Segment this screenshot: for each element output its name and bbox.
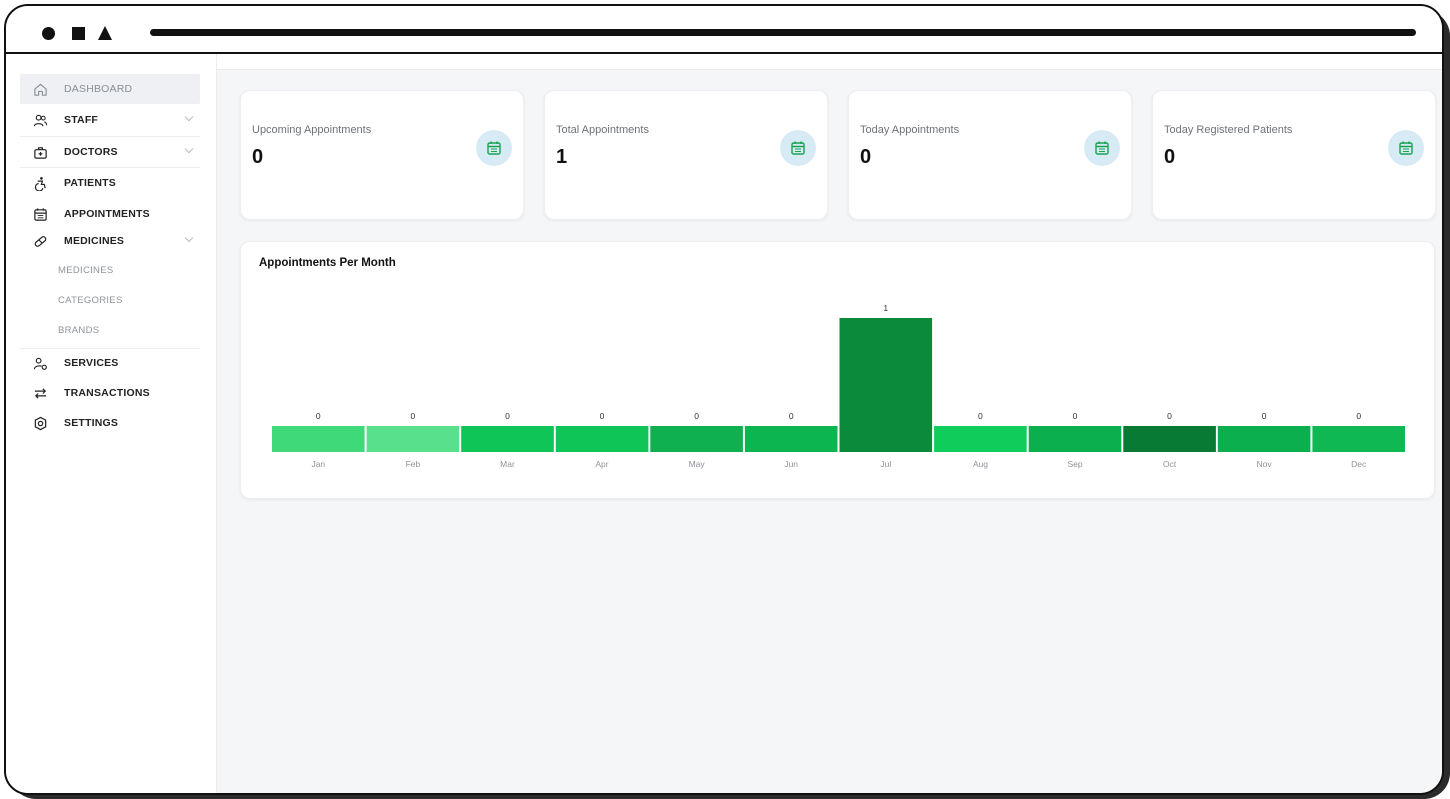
stat-card-today-registered-patients: Today Registered Patients 0 — [1152, 90, 1436, 220]
chevron-down-icon — [184, 112, 194, 122]
bar-value-label: 0 — [1356, 411, 1361, 421]
bar-value-label: 0 — [600, 411, 605, 421]
x-tick-label: Nov — [1257, 459, 1273, 469]
x-tick-label: Jul — [880, 459, 891, 469]
sidebar-subitem-brands[interactable]: BRANDS — [58, 325, 99, 336]
bar-may[interactable] — [650, 426, 743, 452]
bar-oct[interactable] — [1123, 426, 1216, 452]
sidebar: DASHBOARD STAFF DOCTORS PATIENTS APPOINT… — [6, 54, 217, 793]
circle-icon — [42, 27, 55, 40]
sidebar-item-label: DASHBOARD — [64, 83, 133, 95]
appointments-bar-chart: 0 Jan 0 Feb 0 Mar 0 Apr 0 May 0 Jun 1 Jul 0 Aug 0 Sep 0 Oct… — [272, 303, 1405, 469]
bar-value-label: 0 — [694, 411, 699, 421]
x-tick-label: Feb — [406, 459, 421, 469]
sidebar-item-services[interactable]: SERVICES — [20, 348, 200, 378]
sidebar-item-dashboard[interactable]: DASHBOARD — [20, 74, 200, 104]
window-titlebar — [6, 6, 1442, 54]
bar-apr[interactable] — [555, 426, 649, 452]
chevron-down-icon — [184, 233, 194, 243]
bar-value-label: 0 — [1073, 411, 1078, 421]
bar-aug[interactable] — [934, 426, 1027, 452]
bar-value-label: 0 — [505, 411, 510, 421]
bar-jul[interactable] — [839, 318, 933, 452]
bar-value-label: 0 — [978, 411, 983, 421]
app-content: DASHBOARD STAFF DOCTORS PATIENTS APPOINT… — [6, 54, 1442, 793]
x-tick-label: Aug — [973, 459, 988, 469]
bar-value-label: 0 — [1167, 411, 1172, 421]
sidebar-item-label: TRANSACTIONS — [64, 387, 150, 399]
sidebar-item-transactions[interactable]: TRANSACTIONS — [20, 378, 200, 408]
stat-label: Upcoming Appointments — [252, 124, 372, 136]
main-panel: Upcoming Appointments 0 Total Appointmen… — [217, 54, 1442, 793]
sidebar-item-label: MEDICINES — [64, 235, 125, 247]
bar-value-label: 0 — [789, 411, 794, 421]
bar-jun[interactable] — [744, 426, 838, 452]
sidebar-item-label: PATIENTS — [64, 177, 116, 189]
appointments-chart-card: Appointments Per Month 0 Jan 0 Feb 0 Mar 0 Apr 0… — [240, 241, 1435, 499]
triangle-icon — [98, 26, 112, 40]
browser-window: DASHBOARD STAFF DOCTORS PATIENTS APPOINT… — [4, 4, 1444, 795]
bar-nov[interactable] — [1217, 426, 1311, 452]
sidebar-item-label: SETTINGS — [64, 417, 119, 429]
x-tick-label: Sep — [1067, 459, 1082, 469]
sidebar-item-patients[interactable]: PATIENTS — [20, 168, 200, 198]
x-tick-label: Jun — [784, 459, 798, 469]
sidebar-item-settings[interactable]: SETTINGS — [20, 408, 200, 438]
x-tick-label: Mar — [500, 459, 515, 469]
gear-icon — [30, 413, 50, 433]
x-tick-label: May — [689, 459, 706, 469]
x-tick-label: Dec — [1351, 459, 1367, 469]
transfer-icon — [30, 383, 50, 403]
bar-dec[interactable] — [1312, 426, 1405, 452]
service-icon — [30, 353, 50, 373]
sidebar-item-staff[interactable]: STAFF — [20, 105, 200, 135]
bar-value-label: 0 — [411, 411, 416, 421]
stat-card-upcoming-appointments: Upcoming Appointments 0 — [240, 90, 524, 220]
sidebar-item-label: DOCTORS — [64, 146, 118, 158]
stat-value: 0 — [252, 146, 264, 168]
sidebar-item-label: APPOINTMENTS — [64, 208, 150, 220]
bar-mar[interactable] — [461, 426, 554, 452]
sidebar-item-doctors[interactable]: DOCTORS — [20, 137, 200, 167]
stat-value: 0 — [1164, 146, 1176, 168]
home-icon — [30, 79, 50, 99]
top-header — [217, 54, 1442, 70]
sidebar-item-medicines[interactable]: MEDICINES — [20, 226, 200, 256]
stat-value: 1 — [556, 146, 568, 168]
sidebar-item-appointments[interactable]: APPOINTMENTS — [20, 199, 200, 229]
sidebar-subitem-medicines[interactable]: MEDICINES — [58, 265, 113, 276]
x-tick-label: Apr — [595, 459, 608, 469]
chevron-down-icon — [184, 144, 194, 154]
x-tick-label: Oct — [1163, 459, 1177, 469]
bar-value-label: 1 — [883, 303, 888, 313]
bar-value-label: 0 — [1262, 411, 1267, 421]
calendar-icon — [1388, 130, 1424, 166]
calendar-icon — [30, 204, 50, 224]
bar-feb[interactable] — [366, 426, 460, 452]
bar-sep[interactable] — [1028, 426, 1122, 452]
stat-label: Today Appointments — [860, 124, 960, 136]
stat-card-total-appointments: Total Appointments 1 — [544, 90, 828, 220]
calendar-icon — [476, 130, 512, 166]
stat-card-today-appointments: Today Appointments 0 — [848, 90, 1132, 220]
bar-value-label: 0 — [316, 411, 321, 421]
pill-icon — [30, 231, 50, 251]
sidebar-item-label: SERVICES — [64, 357, 119, 369]
bar-jan[interactable] — [272, 426, 365, 452]
stat-label: Total Appointments — [556, 124, 649, 136]
stat-label: Today Registered Patients — [1164, 124, 1293, 136]
calendar-icon — [780, 130, 816, 166]
square-icon — [72, 27, 85, 40]
x-tick-label: Jan — [311, 459, 325, 469]
users-icon — [30, 110, 50, 130]
sidebar-item-label: STAFF — [64, 114, 99, 126]
accessibility-icon — [30, 173, 50, 193]
sidebar-subitem-categories[interactable]: CATEGORIES — [58, 295, 123, 306]
address-bar[interactable] — [150, 29, 1416, 36]
stat-value: 0 — [860, 146, 872, 168]
calendar-icon — [1084, 130, 1120, 166]
doctor-bag-icon — [30, 142, 50, 162]
